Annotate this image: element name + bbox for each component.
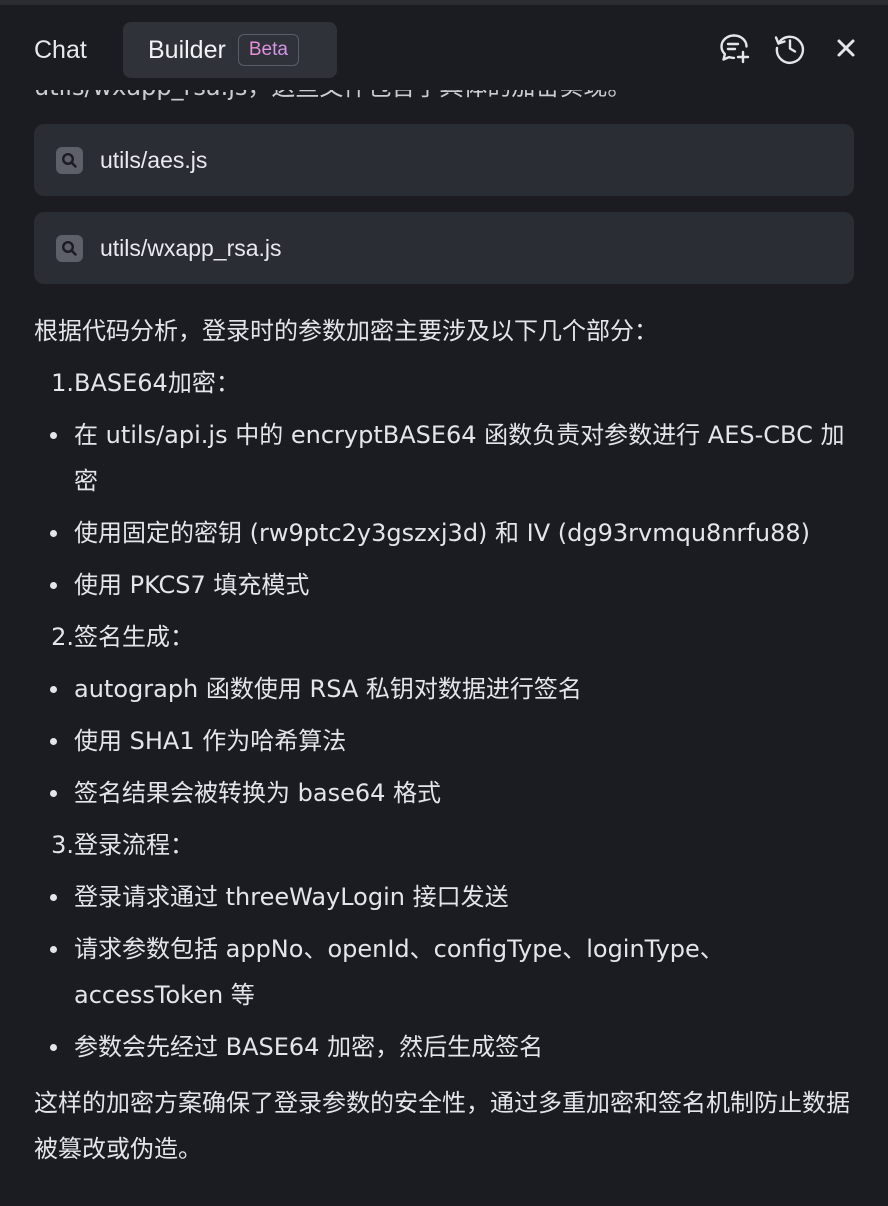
bullet-dot: [34, 666, 74, 712]
close-button[interactable]: [830, 32, 862, 64]
tab-builder[interactable]: Builder Beta: [123, 22, 337, 78]
bullet-dot: [34, 770, 74, 816]
section-number: 2.: [51, 623, 74, 651]
list-item-text: 参数会先经过 BASE64 加密，然后生成签名: [74, 1033, 544, 1061]
history-button[interactable]: [774, 32, 806, 64]
list-item-text: autograph 函数使用 RSA 私钥对数据进行签名: [74, 675, 582, 703]
list-item: 在 utils/api.js 中的 encryptBASE64 函数负责对参数进…: [34, 412, 854, 504]
list-item: 使用 SHA1 作为哈希算法: [34, 718, 854, 764]
section-number: 1.: [51, 369, 74, 397]
assistant-message: 根据代码分析，登录时的参数加密主要涉及以下几个部分： 1. BASE64加密： …: [34, 308, 854, 1172]
bullet-dot: [34, 874, 74, 920]
bullet-dot: [34, 926, 74, 1018]
section-title: 登录流程：: [74, 831, 194, 859]
search-icon: [56, 234, 83, 262]
header-top-border: [0, 0, 888, 5]
section-heading: 3. 登录流程：: [34, 822, 854, 868]
section-title: BASE64加密：: [74, 369, 240, 397]
list-item: 使用 PKCS7 填充模式: [34, 562, 854, 608]
list-item-text: 在 utils/api.js 中的 encryptBASE64 函数负责对参数进…: [74, 421, 845, 495]
new-chat-icon: [718, 32, 750, 64]
section-title: 签名生成：: [74, 623, 194, 651]
file-reference-card[interactable]: utils/wxapp_rsa.js: [34, 212, 854, 284]
section-heading: 2. 签名生成：: [34, 614, 854, 660]
bullet-dot: [34, 510, 74, 556]
list-item: 签名结果会被转换为 base64 格式: [34, 770, 854, 816]
file-reference-card[interactable]: utils/aes.js: [34, 124, 854, 196]
file-name: utils/aes.js: [100, 146, 208, 173]
list-item-text: 签名结果会被转换为 base64 格式: [74, 779, 442, 807]
list-item: 登录请求通过 threeWayLogin 接口发送: [34, 874, 854, 920]
list-item-text: 请求参数包括 appNo、openId、configType、loginType…: [74, 935, 724, 1009]
list-item: autograph 函数使用 RSA 私钥对数据进行签名: [34, 666, 854, 712]
list-item: 参数会先经过 BASE64 加密，然后生成签名: [34, 1024, 854, 1070]
section-heading: 1. BASE64加密：: [34, 360, 854, 406]
list-item: 请求参数包括 appNo、openId、configType、loginType…: [34, 926, 854, 1018]
search-icon: [56, 146, 83, 174]
list-item-text: 使用 PKCS7 填充模式: [74, 571, 310, 599]
list-item: 使用固定的密钥 (rw9ptc2y3gszxj3d) 和 IV (dg93rvm…: [34, 510, 854, 556]
list-item-text: 使用固定的密钥 (rw9ptc2y3gszxj3d) 和 IV (dg93rvm…: [74, 519, 810, 547]
panel-header: Chat Builder Beta: [0, 0, 888, 90]
bullet-dot: [34, 718, 74, 764]
list-item-text: 使用 SHA1 作为哈希算法: [74, 727, 347, 755]
beta-badge: Beta: [237, 34, 299, 66]
tab-builder-label: Builder: [148, 35, 226, 64]
list-item-text: 登录请求通过 threeWayLogin 接口发送: [74, 883, 509, 911]
bullet-dot: [34, 412, 74, 504]
bullet-dot: [34, 562, 74, 608]
tab-chat-label: Chat: [34, 35, 87, 64]
intro-text: 根据代码分析，登录时的参数加密主要涉及以下几个部分：: [34, 317, 658, 345]
section-number: 3.: [51, 831, 74, 859]
file-name: utils/wxapp_rsa.js: [100, 234, 282, 261]
new-chat-button[interactable]: [718, 32, 750, 64]
bullet-dot: [34, 1024, 74, 1070]
tab-chat[interactable]: Chat: [22, 22, 99, 78]
conclusion-text: 这样的加密方案确保了登录参数的安全性，通过多重加密和签名机制防止数据被篡改或伪造…: [34, 1089, 850, 1163]
close-icon: [836, 38, 856, 58]
history-icon: [773, 31, 807, 65]
